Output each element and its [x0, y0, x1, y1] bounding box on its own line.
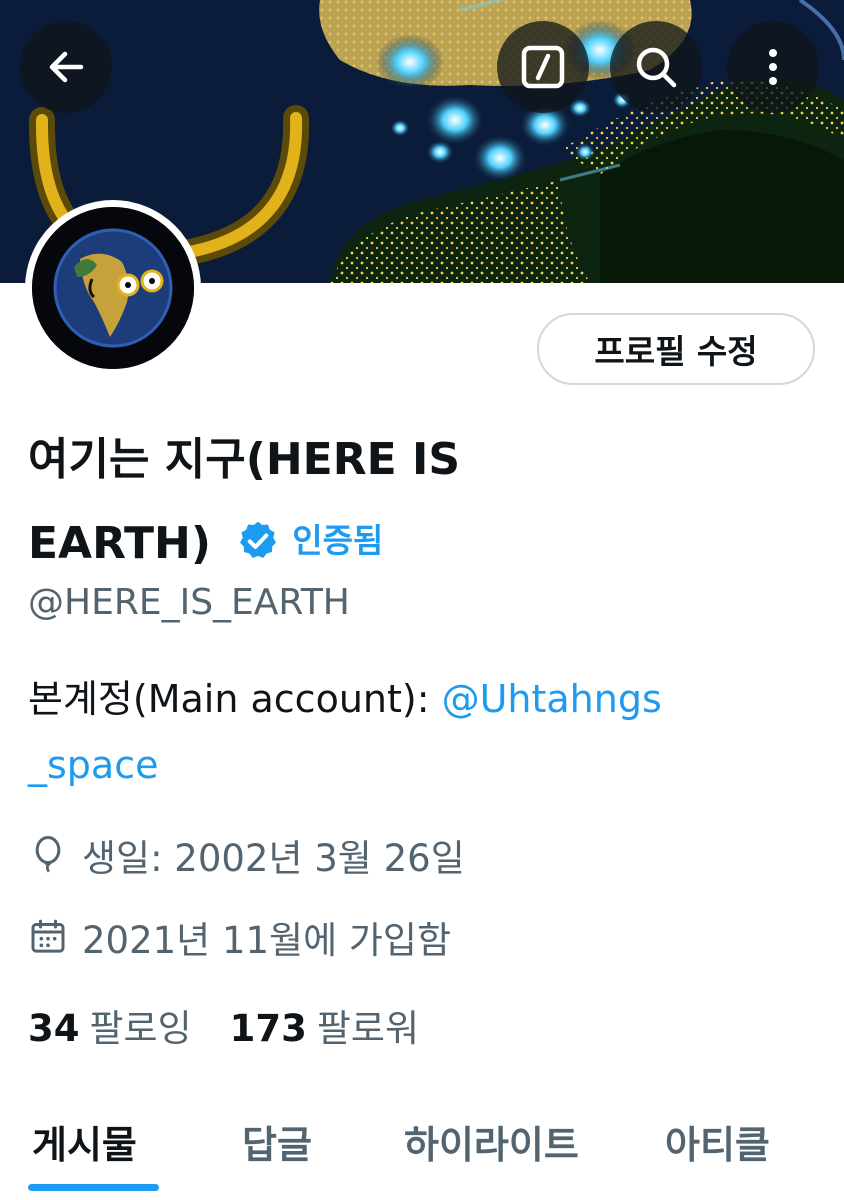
avatar: [32, 207, 194, 369]
follow-stats: 34 팔로잉 173 팔로워: [28, 998, 419, 1052]
avatar-frame[interactable]: [25, 200, 201, 376]
profile-handle: @HERE_IS_EARTH: [28, 582, 350, 623]
followers-link[interactable]: 173 팔로워: [230, 998, 419, 1052]
bio-text: 본계정(Main account):: [28, 677, 442, 721]
following-label: 팔로잉: [89, 1007, 192, 1050]
followers-label: 팔로워: [316, 1007, 419, 1050]
bio-mention-link[interactable]: @Uhtahngs: [442, 677, 662, 721]
compose-button[interactable]: [497, 21, 589, 113]
verified-label: 인증됨: [292, 521, 384, 560]
following-count: 34: [28, 1007, 80, 1050]
profile-bio: 본계정(Main account): @Uhtahngs _space: [28, 666, 808, 798]
birthday-row: 생일: 2002년 3월 26일: [28, 828, 465, 882]
following-link[interactable]: 34 팔로잉: [28, 998, 192, 1052]
earth-avatar-image: [32, 207, 194, 369]
more-button[interactable]: [727, 21, 819, 113]
birthday-text: 생일: 2002년 3월 26일: [82, 837, 465, 880]
tab-replies[interactable]: 답글: [242, 1114, 312, 1169]
tab-highlights[interactable]: 하이라이트: [404, 1114, 579, 1169]
balloon-icon: [35, 836, 61, 873]
search-icon: [636, 47, 677, 88]
calendar-icon: [31, 919, 65, 953]
back-button[interactable]: [20, 21, 112, 113]
verified-check-icon: [240, 521, 277, 558]
profile-tabs: 게시물 답글 하이라이트 아티클: [0, 1100, 844, 1200]
slash-square-icon: [521, 45, 565, 89]
profile-name-line2: EARTH) 인증됨: [28, 502, 788, 588]
search-button[interactable]: [610, 21, 702, 113]
verified-badge[interactable]: 인증됨: [236, 499, 383, 583]
bio-mention-link-continued[interactable]: _space: [28, 743, 158, 787]
profile-name-line1: 여기는 지구(HERE IS: [28, 434, 461, 485]
arrow-left-icon: [49, 51, 84, 83]
profile-name: 여기는 지구(HERE IS EARTH) 인증됨: [28, 418, 788, 588]
more-vertical-icon: [769, 49, 777, 85]
tab-posts[interactable]: 게시물: [32, 1114, 137, 1169]
tab-articles[interactable]: 아티클: [665, 1114, 770, 1169]
active-tab-indicator: [28, 1184, 159, 1191]
followers-count: 173: [229, 1007, 307, 1050]
joined-row: 2021년 11월에 가입함: [28, 910, 451, 964]
joined-text: 2021년 11월에 가입함: [82, 919, 452, 962]
profile-name-line2-text: EARTH): [28, 518, 211, 569]
edit-profile-button[interactable]: 프로필 수정: [537, 313, 815, 385]
